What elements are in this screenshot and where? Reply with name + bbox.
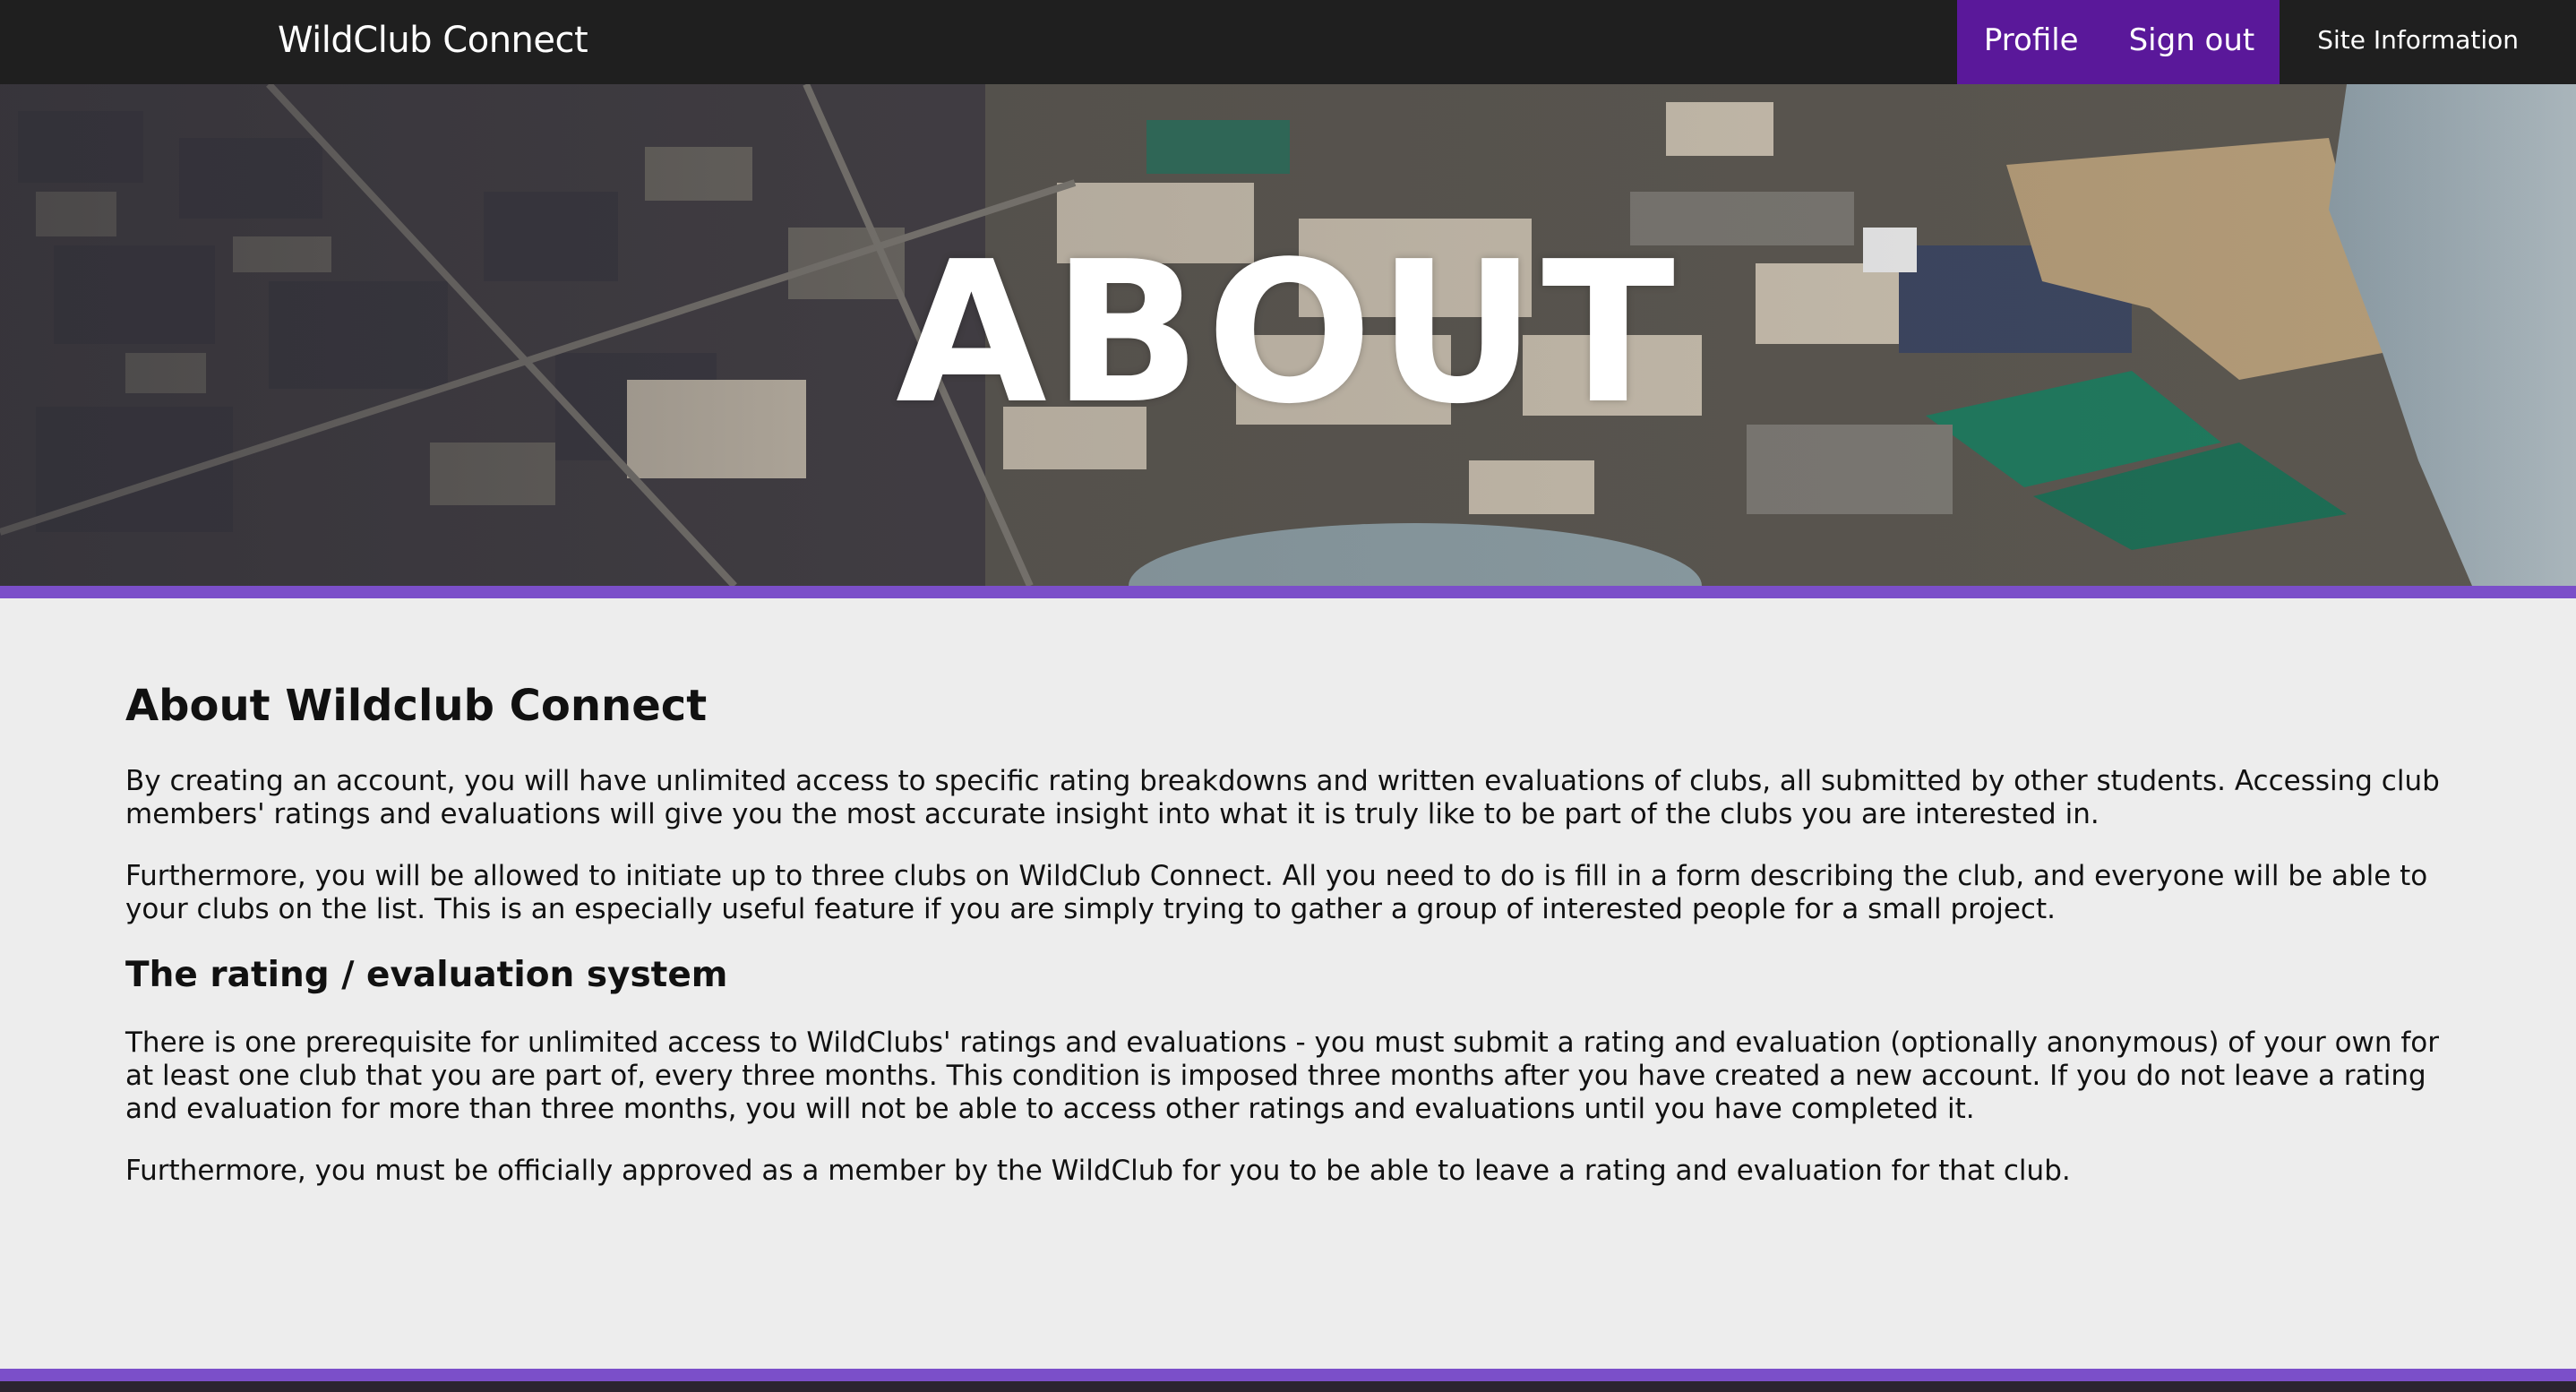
section-heading-rating-system: The rating / evaluation system <box>125 954 728 995</box>
rating-paragraph-2: Furthermore, you must be officially appr… <box>125 1155 2071 1188</box>
hero-banner: ABOUT <box>0 84 2576 586</box>
intro-paragraph-2: Furthermore, you will be allowed to init… <box>125 859 2428 925</box>
hero-title: ABOUT <box>896 220 1680 447</box>
about-content: About Wildclub Connect By creating an ac… <box>125 681 2454 1216</box>
rating-paragraph-1: There is one prerequisite for unlimited … <box>125 1027 2440 1126</box>
accent-stripe-top <box>0 586 2576 598</box>
top-navbar: WildClub Connect Profile Sign out Site I… <box>0 0 2576 84</box>
accent-stripe-bottom <box>0 1369 2576 1381</box>
brand-logo-text[interactable]: WildClub Connect <box>278 0 588 84</box>
nav-user-group: Profile Sign out <box>1956 0 2280 84</box>
nav-links: Profile Sign out Site Information <box>1956 0 2576 84</box>
page-title: About Wildclub Connect <box>125 681 708 731</box>
footer-edge <box>0 1381 2576 1392</box>
profile-link[interactable]: Profile <box>1957 0 2104 84</box>
site-information-link[interactable]: Site Information <box>2280 0 2576 84</box>
intro-paragraph-1: By creating an account, you will have un… <box>125 764 2440 830</box>
sign-out-link[interactable]: Sign out <box>2104 0 2280 84</box>
